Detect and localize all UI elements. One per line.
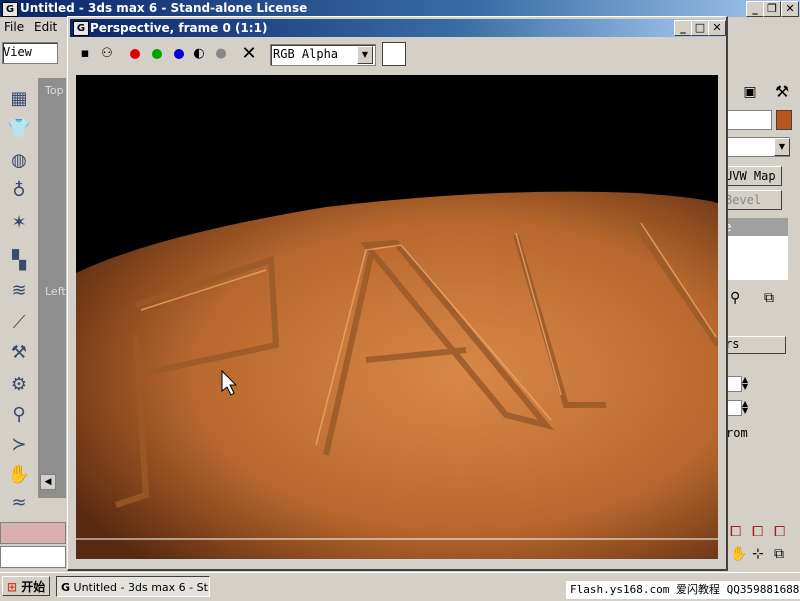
render-window-toolbar: ▪ ⚇ ◐ ● ✕ RGB Alpha ▼ [70, 39, 724, 69]
waves-icon[interactable]: ≈ [6, 490, 32, 516]
view-combo-value: View [3, 45, 32, 59]
shirt-icon[interactable]: 👕 [6, 116, 32, 142]
zoom-region-icon[interactable]: ⧠ [752, 524, 763, 540]
render-maximize-button[interactable]: □ [691, 20, 709, 36]
start-label: 开始 [21, 580, 46, 594]
red-channel-button[interactable] [126, 45, 144, 63]
fish-icon[interactable]: ≻ [6, 432, 32, 458]
display-icon[interactable]: ▣ [738, 82, 762, 102]
zoom-extents-icon[interactable]: ⧠ [730, 524, 741, 540]
from-label: rom [726, 426, 748, 440]
color-swatch[interactable] [382, 42, 406, 66]
object-color-swatch[interactable] [776, 110, 792, 130]
viewport-top-label[interactable]: Top [45, 84, 64, 97]
figure-icon[interactable]: ✶ [6, 210, 32, 236]
green-channel-button[interactable] [148, 45, 166, 63]
start-button[interactable]: ⊞ 开始 [2, 576, 50, 596]
alpha-dot-icon[interactable]: ● [212, 45, 230, 63]
watermark-text: Flash.ys168.com 爱闪教程 QQ359881688 [570, 583, 800, 596]
save-icon[interactable]: ▪ [76, 45, 94, 63]
uvw-map-button[interactable]: UVW Map [724, 166, 782, 186]
rollout-header[interactable]: rs [724, 336, 786, 354]
clear-icon[interactable]: ✕ [240, 45, 258, 63]
clone-icon[interactable]: ⚇ [98, 45, 116, 63]
chevron-down-icon[interactable]: ▼ [357, 46, 373, 64]
app-title: Untitled - 3ds max 6 - Stand-alone Licen… [20, 1, 308, 15]
render-window-title: Perspective, frame 0 (1:1) [90, 21, 268, 35]
blue-channel-button[interactable] [170, 45, 188, 63]
pin-stack-icon[interactable]: ⚲ [730, 290, 740, 306]
minimize-button[interactable]: _ [746, 1, 764, 17]
restore-button[interactable]: ❐ [763, 1, 781, 17]
lamp-icon[interactable]: ♁ [6, 178, 32, 204]
left-toolbar: ▦ 👕 ◍ ♁ ✶ ▚ ≋ ⟋ ⚒ ⚙ ⚲ ≻ ✋ ≈ [0, 76, 38, 516]
listener-field[interactable] [0, 546, 66, 568]
view-combo[interactable]: View [2, 42, 58, 64]
chevron-down-icon[interactable]: ▼ [774, 138, 790, 156]
hammer-icon[interactable]: ⚒ [770, 82, 794, 102]
monochrome-icon[interactable]: ◐ [190, 45, 208, 63]
object-name-field[interactable] [726, 110, 772, 130]
windows-logo-icon: ⊞ [7, 580, 18, 594]
render-window-icon[interactable]: G [73, 21, 89, 36]
modifier-stack-list[interactable] [724, 236, 788, 280]
spinner-field-2[interactable] [726, 400, 742, 416]
orbit-icon[interactable]: ⊹ [752, 546, 764, 562]
command-panel: ▣ ⚒ ▼ UVW Map Bevel e ⚲ ⧉ rs ▲▼ ▲▼ rom ⧠… [724, 40, 800, 570]
uvw-map-label: UVW Map [725, 169, 776, 183]
configure-icon[interactable]: ⧉ [764, 290, 774, 306]
red-dot-icon [130, 49, 140, 59]
create-boxes-icon[interactable]: ▦ [6, 86, 32, 112]
taskbar-app-icon: G [61, 581, 71, 594]
render-close-button[interactable]: ✕ [708, 20, 726, 36]
tube-icon[interactable]: ⟋ [6, 310, 32, 336]
stack-item[interactable]: e [724, 218, 788, 236]
spinner-arrows-icon[interactable]: ▲ ▼ [742, 376, 752, 391]
render-minimize-button[interactable]: _ [674, 20, 692, 36]
gear-icon[interactable]: ⚙ [6, 372, 32, 398]
watermark-banner: Flash.ys168.com 爱闪教程 QQ359881688 [566, 581, 800, 599]
rendered-image [76, 75, 721, 559]
close-button[interactable]: ✕ [781, 1, 799, 17]
3dsmax-app-icon[interactable]: G [2, 2, 18, 17]
spinner-field-1[interactable] [726, 376, 742, 392]
maximize-viewport-icon[interactable]: ⧉ [774, 546, 784, 562]
hand-icon[interactable]: ✋ [6, 462, 32, 488]
scroll-left-icon[interactable]: ◀ [40, 474, 56, 490]
rendered-fan-text-scene [76, 75, 721, 559]
menu-edit[interactable]: Edit [34, 20, 57, 34]
checker-icon[interactable]: ▚ [6, 248, 32, 274]
green-dot-icon [152, 49, 162, 59]
taskbar-item-label: Untitled - 3ds max 6 - St... [73, 581, 210, 594]
bevel-label: Bevel [725, 193, 762, 207]
viewport-left-label[interactable]: Left [45, 285, 66, 298]
zoom-all-icon[interactable]: ⧠ [774, 524, 785, 540]
stack-icon[interactable]: ≋ [6, 278, 32, 304]
bevel-button[interactable]: Bevel [724, 190, 782, 210]
taskbar-item-3dsmax[interactable]: G Untitled - 3ds max 6 - St... [56, 576, 210, 597]
menu-file[interactable]: File [4, 20, 24, 34]
pin-icon[interactable]: ⚲ [6, 402, 32, 428]
render-window-title-bar[interactable]: G Perspective, frame 0 (1:1) _ □ ✕ [70, 19, 726, 37]
wrench-icon[interactable]: ⚒ [6, 340, 32, 366]
spinner-arrows-icon[interactable]: ▲ ▼ [742, 400, 752, 415]
app-title-bar: G Untitled - 3ds max 6 - Stand-alone Lic… [0, 0, 800, 17]
blue-dot-icon [174, 49, 184, 59]
render-frame-window[interactable]: G Perspective, frame 0 (1:1) _ □ ✕ ▪ ⚇ ◐… [67, 16, 728, 571]
pan-hand-icon[interactable]: ✋ [730, 546, 747, 562]
channel-combo-value: RGB Alpha [273, 47, 339, 61]
sphere-icon[interactable]: ◍ [6, 148, 32, 174]
status-field [0, 522, 66, 544]
